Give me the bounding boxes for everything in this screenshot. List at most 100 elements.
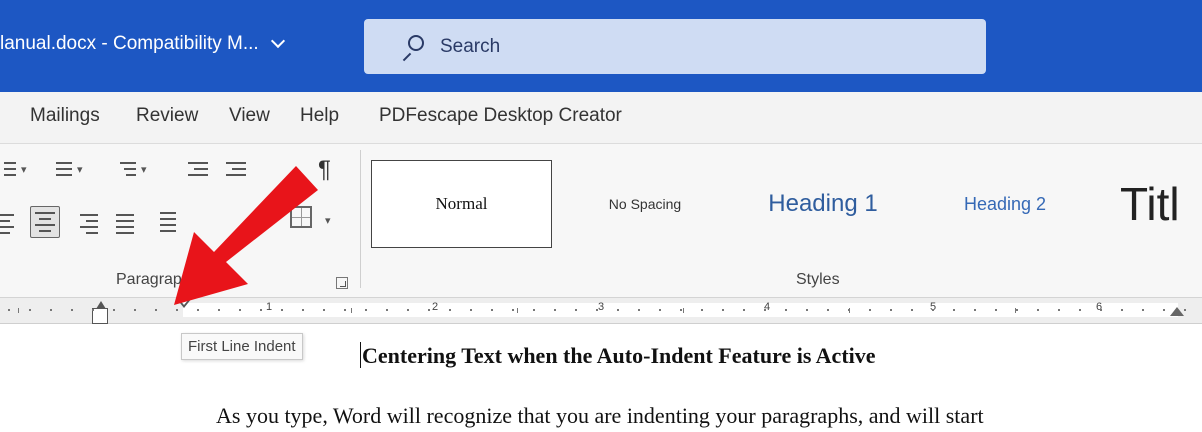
ruler-dot xyxy=(281,309,283,311)
ruler-number: 6 xyxy=(1096,301,1103,313)
borders-icon[interactable] xyxy=(290,206,312,228)
ribbon: ▾ ▾ ▾ ¶ ▾ Paragraph Normal No Spacing He… xyxy=(0,144,1202,298)
ruler-dot xyxy=(1016,309,1018,311)
align-right-button[interactable] xyxy=(80,214,98,234)
align-center-icon xyxy=(35,212,55,232)
tab-view[interactable]: View xyxy=(229,105,270,127)
ruler-dot xyxy=(827,309,829,311)
horizontal-ruler[interactable]: 1 2 3 4 5 6 xyxy=(0,298,1202,324)
ruler-dot xyxy=(1058,309,1060,311)
styles-group-label: Styles xyxy=(796,271,840,288)
ruler-dot xyxy=(260,309,262,311)
text-cursor xyxy=(360,342,361,368)
ruler-dot xyxy=(302,309,304,311)
ruler-dot xyxy=(1100,309,1102,311)
ruler-dot xyxy=(1121,309,1123,311)
ruler-dot xyxy=(911,309,913,311)
document-title: lanual.docx - Compatibility M... xyxy=(0,33,259,54)
first-line-indent-tooltip: First Line Indent xyxy=(181,333,303,360)
chevron-down-icon xyxy=(270,33,285,49)
ruler-dot xyxy=(92,309,94,311)
increase-indent-button[interactable] xyxy=(226,162,246,176)
ruler-dot xyxy=(491,309,493,311)
ruler-dot xyxy=(197,309,199,311)
line-spacing-button[interactable] xyxy=(160,212,176,232)
ruler-dot xyxy=(953,309,955,311)
chevron-down-icon[interactable]: ▾ xyxy=(325,214,331,227)
right-indent-marker-icon[interactable] xyxy=(1170,307,1184,316)
justify-button[interactable] xyxy=(116,214,134,234)
ruler-dot xyxy=(1163,309,1165,311)
ruler-dot xyxy=(869,309,871,311)
justify-icon xyxy=(116,214,134,234)
tab-mailings[interactable]: Mailings xyxy=(30,105,100,127)
ruler-dot xyxy=(932,309,934,311)
ruler-tick xyxy=(351,308,352,313)
search-icon xyxy=(400,34,424,61)
decrease-indent-icon xyxy=(188,162,208,176)
tab-review[interactable]: Review xyxy=(136,105,198,127)
ruler-dot xyxy=(995,309,997,311)
multilevel-list-icon xyxy=(120,162,136,176)
align-left-button[interactable] xyxy=(0,214,14,234)
hanging-indent-marker-icon[interactable] xyxy=(92,301,108,324)
ruler-dot xyxy=(1142,309,1144,311)
ruler-dot xyxy=(386,309,388,311)
first-line-indent-marker-icon[interactable] xyxy=(176,298,192,308)
ruler-dot xyxy=(365,309,367,311)
style-normal[interactable]: Normal xyxy=(371,160,552,248)
ruler-dot xyxy=(323,309,325,311)
style-heading-1[interactable]: Heading 1 xyxy=(728,160,918,248)
line-spacing-icon xyxy=(160,212,176,232)
ruler-dot xyxy=(1037,309,1039,311)
ruler-dot xyxy=(1184,309,1186,311)
search-box[interactable]: Search xyxy=(364,19,986,74)
document-title-dropdown[interactable]: lanual.docx - Compatibility M... xyxy=(0,33,285,55)
tab-help[interactable]: Help xyxy=(300,105,339,127)
ruler-dot xyxy=(71,309,73,311)
ruler-dot xyxy=(575,309,577,311)
bullets-icon xyxy=(4,162,16,176)
decrease-indent-button[interactable] xyxy=(188,162,208,176)
document-body-text: As you type, Word will recognize that yo… xyxy=(216,403,984,428)
ruler-number: 2 xyxy=(432,301,439,313)
ruler-dot xyxy=(764,309,766,311)
ruler-dot xyxy=(344,309,346,311)
ruler-tick xyxy=(683,308,684,313)
ribbon-tabs: Mailings Review View Help PDFescape Desk… xyxy=(0,92,1202,144)
ruler-dot xyxy=(155,309,157,311)
numbering-button[interactable]: ▾ xyxy=(56,162,83,176)
ruler-dot xyxy=(659,309,661,311)
show-hide-marks-icon[interactable]: ¶ xyxy=(318,156,331,184)
ruler-dot xyxy=(785,309,787,311)
ruler-number: 4 xyxy=(764,301,771,313)
ruler-dot xyxy=(113,309,115,311)
ruler-dot xyxy=(554,309,556,311)
align-left-icon xyxy=(0,214,14,234)
ruler-dot xyxy=(218,309,220,311)
ruler-dot xyxy=(1079,309,1081,311)
ruler-number: 3 xyxy=(598,301,605,313)
style-heading-2[interactable]: Heading 2 xyxy=(930,160,1080,248)
style-title[interactable]: Titl xyxy=(1120,160,1202,248)
ruler-dot xyxy=(239,309,241,311)
tab-pdfescape[interactable]: PDFescape Desktop Creator xyxy=(379,105,622,127)
ruler-dot xyxy=(533,309,535,311)
increase-indent-icon xyxy=(226,162,246,176)
bullets-button[interactable]: ▾ xyxy=(4,162,27,176)
ruler-dot xyxy=(806,309,808,311)
ruler-dot xyxy=(176,309,178,311)
multilevel-list-button[interactable]: ▾ xyxy=(120,162,147,176)
ruler-dot xyxy=(449,309,451,311)
title-bar: lanual.docx - Compatibility M... Search xyxy=(0,0,1202,92)
ruler-number: 5 xyxy=(930,301,937,313)
ruler-dot xyxy=(743,309,745,311)
ruler-dot xyxy=(512,309,514,311)
align-center-button[interactable] xyxy=(30,206,60,238)
ruler-dot xyxy=(407,309,409,311)
paragraph-dialog-launcher-icon[interactable] xyxy=(336,277,348,289)
ruler-dot xyxy=(974,309,976,311)
ruler-tick xyxy=(18,308,19,313)
ruler-number: 1 xyxy=(266,301,273,313)
style-no-spacing[interactable]: No Spacing xyxy=(570,160,720,248)
